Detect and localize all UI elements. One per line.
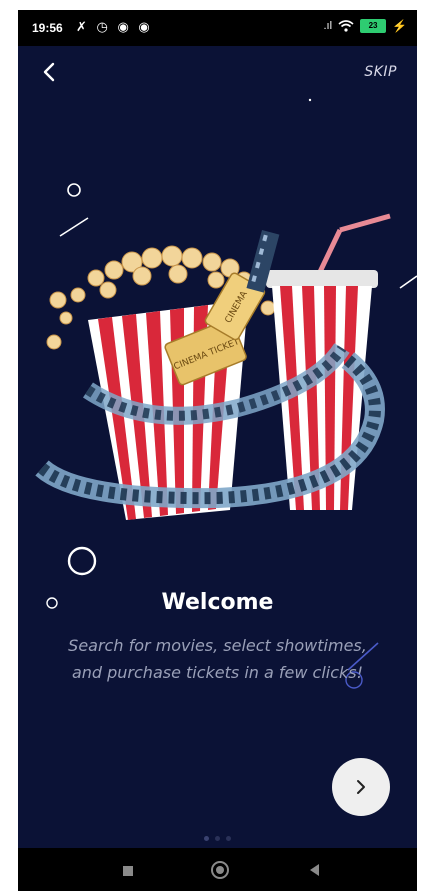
page-title: Welcome <box>161 590 274 615</box>
chevron-right-icon <box>357 780 365 794</box>
home-button[interactable] <box>210 860 230 885</box>
phone-screen: 19:56 ✗ ◷ ◉ ◉ .ıl 23 ⚡ SKIP CINEMA TICKE… <box>18 10 417 891</box>
page-subtitle: Search for movies, select showtimes, and… <box>68 636 367 682</box>
next-button[interactable] <box>332 758 390 816</box>
page-indicator <box>18 836 417 841</box>
system-back-button[interactable] <box>308 863 320 882</box>
square-icon <box>123 866 133 876</box>
recent-apps-button[interactable] <box>122 864 134 882</box>
triangle-left-icon <box>310 864 319 876</box>
page-dot <box>215 836 220 841</box>
popcorn-soda-ticket-illustration: CINEMA TICKET CINEMA <box>35 213 391 520</box>
circle-icon <box>211 861 229 879</box>
system-nav-bar <box>18 848 417 891</box>
page-dot <box>204 836 209 841</box>
page-dot <box>226 836 231 841</box>
